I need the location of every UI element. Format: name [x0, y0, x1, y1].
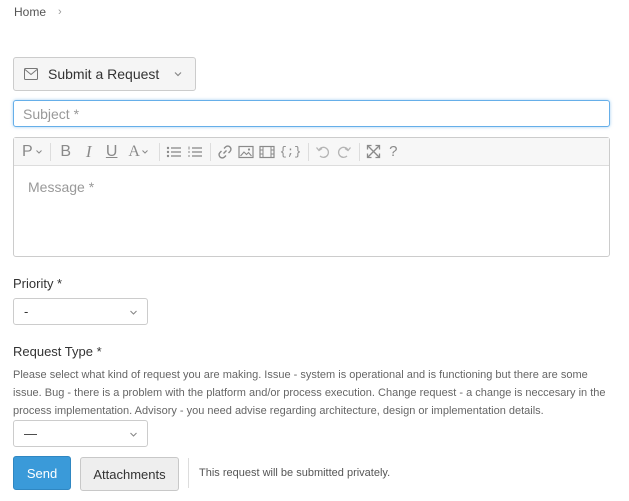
- request-type-label: Request Type *: [13, 344, 102, 359]
- chevron-down-icon: [35, 149, 42, 154]
- chevron-down-icon: [130, 310, 137, 315]
- fullscreen-button[interactable]: [366, 141, 381, 163]
- link-icon: [218, 144, 232, 159]
- bullet-list-button[interactable]: [166, 141, 182, 163]
- italic-icon: I: [85, 141, 92, 161]
- image-icon: [238, 145, 254, 158]
- priority-value: -: [24, 304, 29, 319]
- bold-button[interactable]: B: [57, 141, 75, 163]
- code-button[interactable]: {;}: [280, 141, 302, 163]
- redo-button[interactable]: [336, 141, 352, 163]
- attachments-button[interactable]: Attachments: [80, 457, 179, 491]
- code-icon: {;}: [279, 144, 302, 159]
- undo-icon: [316, 146, 330, 158]
- toolbar-divider: [359, 142, 361, 161]
- redo-icon: [338, 146, 352, 158]
- help-button[interactable]: ?: [386, 141, 400, 163]
- subject-input[interactable]: [13, 100, 610, 127]
- privacy-note: This request will be submitted privately…: [199, 467, 391, 479]
- bullet-list-icon: [166, 146, 181, 157]
- video-icon: [259, 145, 275, 158]
- request-type-value: —: [24, 426, 37, 441]
- numbered-list-button[interactable]: [187, 141, 203, 163]
- help-icon: ?: [389, 143, 398, 160]
- form-type-label: Submit a Request: [48, 66, 160, 82]
- numbered-list-icon: [187, 146, 202, 157]
- italic-button[interactable]: I: [80, 141, 98, 163]
- priority-label: Priority *: [13, 276, 63, 291]
- bold-icon: B: [60, 142, 71, 160]
- underline-button[interactable]: U: [103, 141, 121, 163]
- image-button[interactable]: [238, 141, 254, 163]
- undo-button[interactable]: [315, 141, 331, 163]
- editor-toolbar: P B I U A {;} ?: [14, 138, 609, 166]
- toolbar-divider: [308, 142, 310, 161]
- chevron-down-icon: [142, 149, 148, 154]
- send-button[interactable]: Send: [13, 456, 71, 490]
- priority-select[interactable]: -: [13, 298, 148, 325]
- toolbar-divider: [49, 142, 51, 161]
- toolbar-divider: [158, 142, 160, 161]
- message-textarea[interactable]: Message *: [14, 166, 609, 208]
- request-type-select[interactable]: —: [13, 420, 148, 447]
- message-editor: P B I U A {;} ? Message *: [13, 137, 610, 257]
- breadcrumb-home[interactable]: Home: [14, 5, 46, 19]
- action-divider: [188, 458, 189, 488]
- message-placeholder: Message *: [28, 179, 95, 195]
- link-button[interactable]: [217, 141, 233, 163]
- toolbar-divider: [209, 142, 211, 161]
- breadcrumb: Home ›: [14, 5, 62, 19]
- underline-icon: U: [105, 142, 118, 160]
- chevron-down-icon: [174, 72, 182, 77]
- font-size-button[interactable]: A: [126, 141, 152, 163]
- paragraph-format-button[interactable]: P: [22, 141, 43, 163]
- fullscreen-icon: [367, 144, 381, 159]
- envelope-icon: [24, 68, 38, 80]
- request-type-help: Please select what kind of request you a…: [13, 369, 606, 417]
- form-type-dropdown[interactable]: Submit a Request: [13, 57, 196, 91]
- chevron-down-icon: [130, 432, 137, 437]
- font-size-icon: A: [128, 142, 140, 160]
- breadcrumb-separator-icon: ›: [58, 6, 62, 18]
- paragraph-icon: P: [22, 142, 33, 160]
- video-button[interactable]: [259, 141, 275, 163]
